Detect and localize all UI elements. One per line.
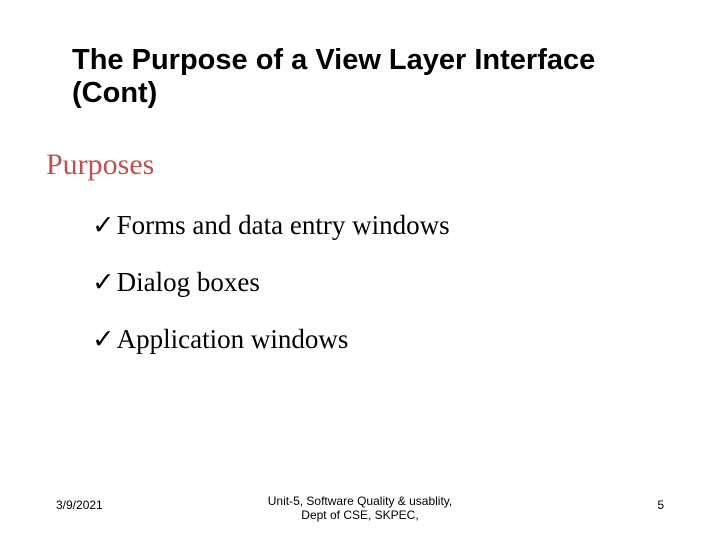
slide: The Purpose of a View Layer Interface (C… [0,0,720,540]
list-item: ✓ Application windows [92,324,652,355]
section-heading: Purposes [46,148,154,182]
list-item: ✓ Forms and data entry windows [92,210,652,241]
list-item: ✓ Dialog boxes [92,267,652,298]
footer-page-number: 5 [657,498,664,512]
footer-center-line: Unit-5, Software Quality & usablity, [268,494,453,508]
list-item-label: Forms and data entry windows [117,210,450,241]
list-item-label: Dialog boxes [117,267,260,298]
slide-title: The Purpose of a View Layer Interface (C… [72,44,672,111]
bullet-list: ✓ Forms and data entry windows ✓ Dialog … [92,210,652,381]
list-item-label: Application windows [117,324,349,355]
footer-center: Unit-5, Software Quality & usablity, Dep… [0,494,720,523]
footer-center-line: Dept of CSE, SKPEC, [301,508,418,522]
checkmark-icon: ✓ [92,269,115,296]
slide-footer: 3/9/2021 Unit-5, Software Quality & usab… [0,492,720,532]
checkmark-icon: ✓ [92,212,115,239]
checkmark-icon: ✓ [92,326,115,353]
